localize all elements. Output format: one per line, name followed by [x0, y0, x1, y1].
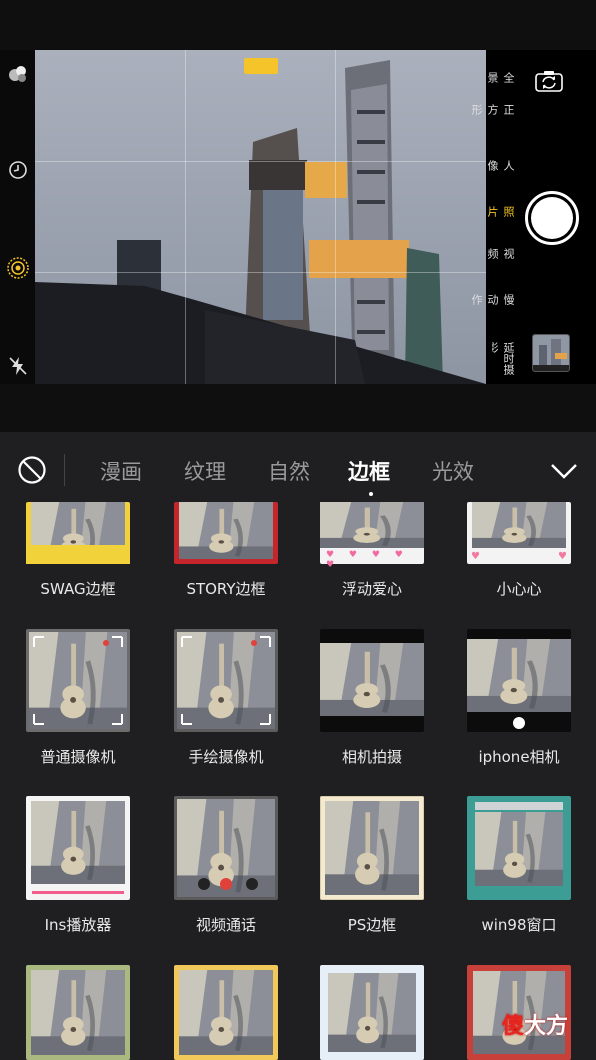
shutter-button[interactable]	[525, 191, 579, 245]
flip-camera-icon	[535, 71, 563, 92]
viewfinder-scene	[35, 50, 486, 384]
mode-badge	[244, 58, 278, 74]
mode-photo[interactable]: 照片	[486, 206, 516, 217]
mode-square[interactable]: 正方形	[470, 104, 516, 115]
camera-preview-area: 全景 正方形 人像 照片 视频 慢动作 延时摄影	[0, 0, 596, 432]
flash-off-icon[interactable]	[4, 352, 32, 380]
grid-line	[335, 50, 336, 384]
filter-tile[interactable]	[320, 432, 424, 1060]
mode-panorama[interactable]: 全景	[486, 72, 516, 83]
mode-slow-motion[interactable]: 慢动作	[470, 294, 516, 305]
flip-camera-button[interactable]	[532, 66, 566, 96]
filter-panel: 漫画 纹理 自然 边框 光效 SWAG边框 STORY边框 ♥ ♥ ♥ ♥ ♥ …	[0, 432, 596, 1060]
timer-icon[interactable]	[4, 156, 32, 184]
mode-video[interactable]: 视频	[486, 248, 516, 259]
filter-thumbnail	[320, 965, 424, 1060]
viewfinder[interactable]	[35, 50, 486, 384]
filter-tile[interactable]	[467, 432, 571, 1060]
live-photo-icon[interactable]	[4, 254, 32, 282]
grid-line	[35, 161, 486, 162]
filter-thumbnail	[174, 965, 278, 1060]
filter-thumbnail	[26, 965, 130, 1060]
ai-filter-icon[interactable]	[4, 60, 32, 88]
gallery-thumbnail[interactable]	[532, 334, 570, 372]
filter-tile[interactable]	[174, 432, 278, 1060]
mode-portrait[interactable]: 人像	[486, 160, 516, 171]
grid-line	[35, 272, 486, 273]
grid-line	[185, 50, 186, 384]
left-toolbar	[0, 50, 35, 384]
watermark-logo: 傻大方	[502, 1014, 569, 1039]
filter-tile[interactable]	[26, 432, 130, 1060]
mode-timelapse[interactable]: 延时摄影	[492, 342, 516, 378]
